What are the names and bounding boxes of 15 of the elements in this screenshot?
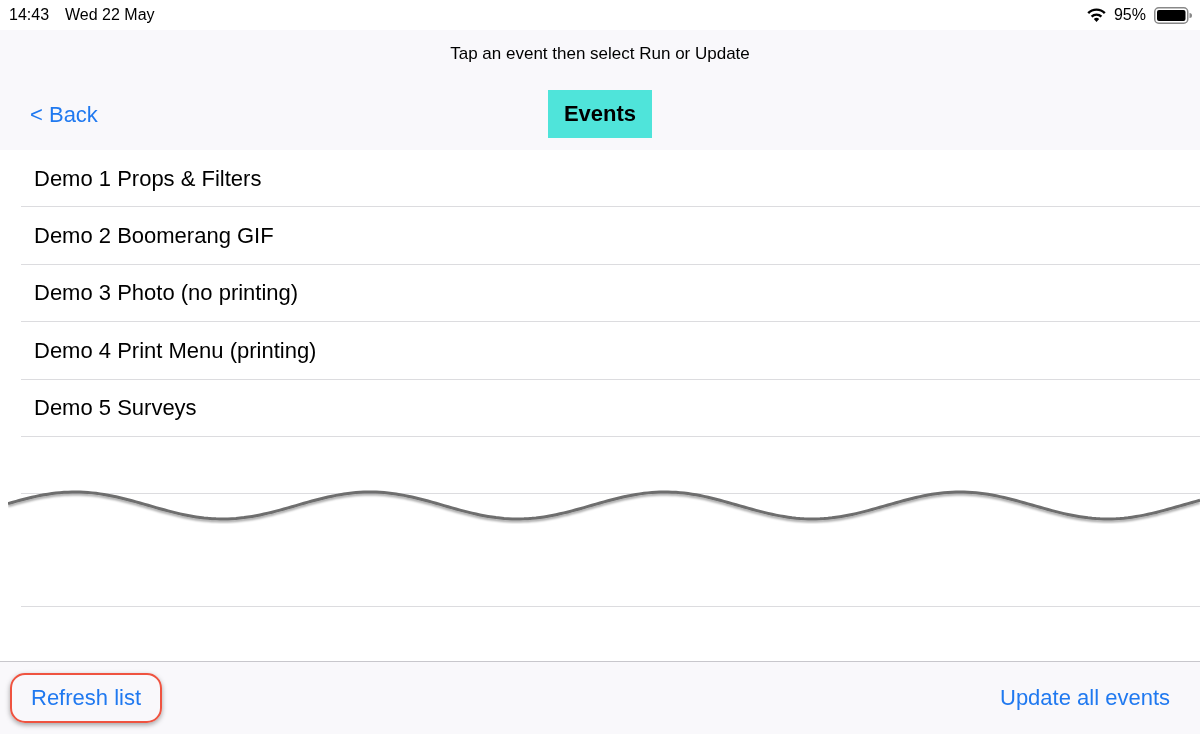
page-title: Events: [547, 90, 653, 138]
event-row[interactable]: Demo 3 Photo (no printing): [21, 264, 1200, 323]
event-row[interactable]: Demo 4 Print Menu (printing): [21, 322, 1200, 380]
hint-text: Tap an event then select Run or Update: [449, 44, 751, 64]
event-row[interactable]: Demo 2 Boomerang GIF: [21, 207, 1200, 265]
refresh-button[interactable]: Refresh list: [10, 673, 163, 723]
update-button[interactable]: Update all events: [1000, 685, 1170, 711]
date-text: Wed 22 May: [65, 5, 155, 25]
clock-time: 14:43: [9, 5, 50, 25]
battery-icon: [1154, 6, 1192, 24]
battery-percent: 95%: [1113, 5, 1146, 25]
wifi-icon: [1086, 8, 1106, 22]
event-row[interactable]: Demo 5 Surveys: [21, 379, 1200, 437]
back-link[interactable]: < Back: [30, 97, 98, 131]
event-row[interactable]: Demo 1 Props & Filters: [21, 150, 1200, 208]
